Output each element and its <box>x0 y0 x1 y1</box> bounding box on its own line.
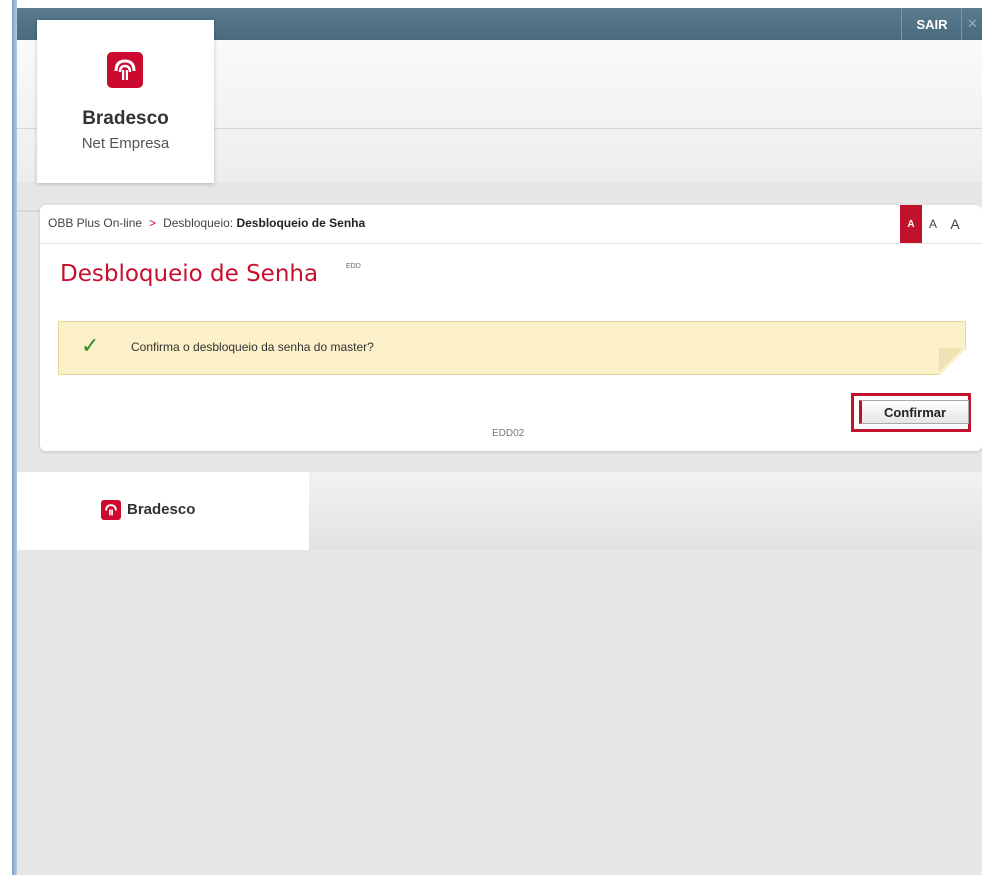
notice-message: Confirma o desbloqueio da senha do maste… <box>131 340 374 354</box>
confirm-button[interactable]: Confirmar <box>859 400 969 424</box>
brand-name: Bradesco <box>82 108 169 129</box>
font-size-medium-button[interactable]: A <box>922 205 944 243</box>
breadcrumb-section: Desbloqueio: <box>163 216 234 230</box>
page-title-code: EDD <box>346 263 361 270</box>
breadcrumb-separator-icon: > <box>149 216 157 230</box>
page: SAIR ✕ Bradesco Net Empresa OBB Plus On-… <box>17 8 982 875</box>
footer-logo[interactable]: Bradesco <box>17 472 309 550</box>
brand-logo-card[interactable]: Bradesco Net Empresa <box>37 20 214 183</box>
breadcrumb-current: Desbloqueio de Senha <box>236 216 366 230</box>
breadcrumb: OBB Plus On-line > Desbloqueio: Desbloquei… <box>48 216 365 230</box>
footer: Bradesco <box>17 472 982 550</box>
screen-code: EDD02 <box>492 428 525 439</box>
footer-brand-name: Bradesco <box>127 501 196 518</box>
bradesco-tree-icon <box>107 52 143 88</box>
font-size-large-button[interactable]: A <box>944 205 966 243</box>
breadcrumb-bar: OBB Plus On-line > Desbloqueio: Desbloquei… <box>40 205 982 244</box>
font-size-small-button[interactable]: A <box>900 205 922 243</box>
logout-button[interactable]: SAIR <box>901 8 962 40</box>
checkmark-icon: ✓ <box>81 334 100 359</box>
confirmation-notice: ✓ Confirma o desbloqueio da senha do mas… <box>58 321 966 375</box>
page-title: Desbloqueio de Senha <box>60 261 319 287</box>
breadcrumb-root[interactable]: OBB Plus On-line <box>48 216 142 230</box>
brand-product: Net Empresa <box>81 135 170 152</box>
close-icon[interactable]: ✕ <box>961 8 982 40</box>
notice-page-curl-shade <box>939 348 963 372</box>
bradesco-tree-icon <box>101 500 121 520</box>
content-panel: OBB Plus On-line > Desbloqueio: Desbloquei… <box>40 205 982 451</box>
